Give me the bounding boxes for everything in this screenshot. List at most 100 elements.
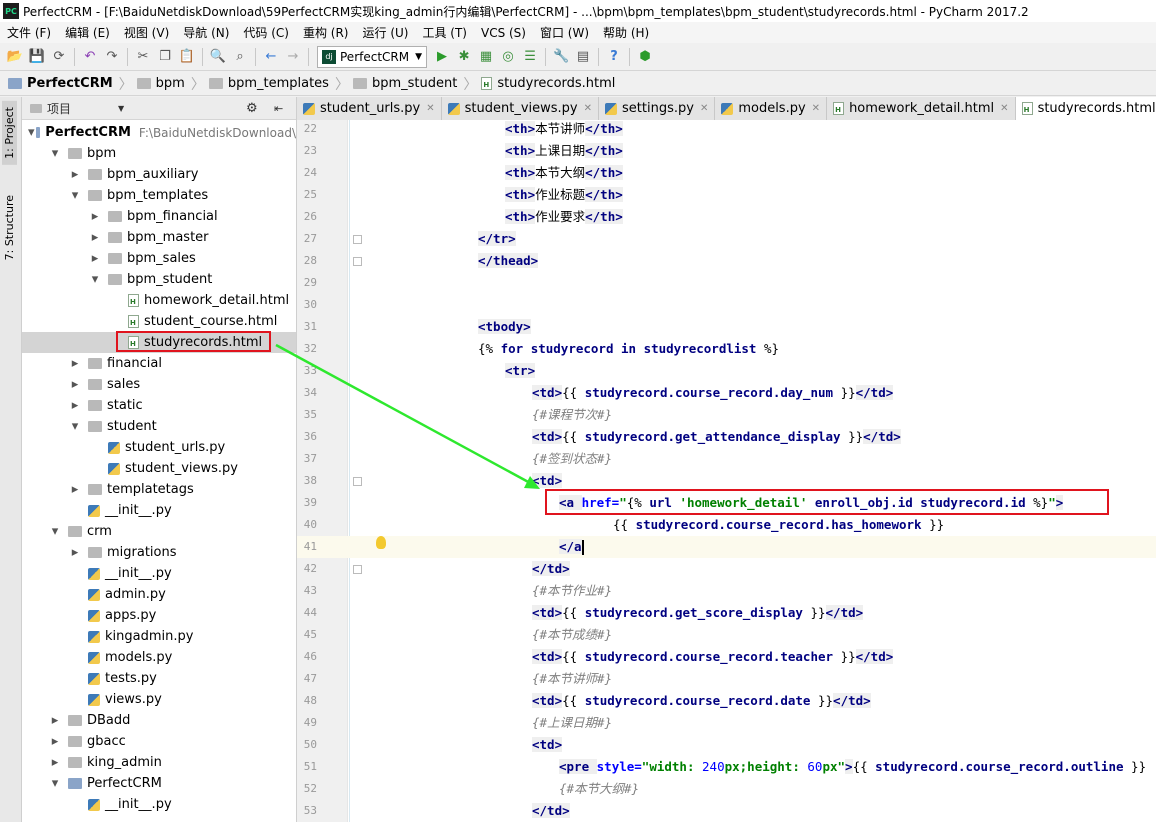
chevron-down-icon[interactable]: ▾ — [48, 146, 62, 161]
paste-icon[interactable]: 📋 — [176, 46, 198, 68]
chevron-down-icon[interactable]: ▾ — [48, 524, 62, 539]
save-all-icon[interactable]: 💾 — [26, 46, 48, 68]
tree-item[interactable]: ▸ templatetags — [22, 479, 296, 500]
close-icon[interactable]: ✕ — [1000, 103, 1008, 114]
tree-item[interactable]: student_views.py — [22, 458, 296, 479]
forward-icon[interactable]: → — [282, 46, 304, 68]
tree-item[interactable]: kingadmin.py — [22, 626, 296, 647]
tree-item[interactable]: student_course.html — [22, 311, 296, 332]
menu-item[interactable]: 窗口 (W) — [533, 24, 596, 41]
breadcrumb-item[interactable]: studyrecords.html — [481, 76, 619, 91]
structure-tool-tab[interactable]: 7: Structure — [2, 189, 17, 266]
tree-item[interactable]: apps.py — [22, 605, 296, 626]
code-editor[interactable]: 22 <th>本节讲师</th> 23 <th>上课日期</th> 24 <th>本节大纲… — [297, 120, 1156, 822]
menu-item[interactable]: 编辑 (E) — [58, 24, 117, 41]
chevron-right-icon[interactable]: ▸ — [48, 713, 62, 728]
breadcrumb-item[interactable]: bpm_templates — [208, 76, 333, 91]
chevron-down-icon[interactable]: ▼ — [118, 104, 124, 113]
chevron-right-icon[interactable]: ▸ — [68, 167, 82, 182]
breadcrumb-item[interactable]: bpm — [136, 76, 189, 91]
editor-tab[interactable]: student_urls.py ✕ — [297, 97, 442, 120]
editor-tab[interactable]: studyrecords.html✕ — [1015, 97, 1156, 120]
replace-icon[interactable]: ⌕ — [229, 46, 251, 68]
hide-panel-icon[interactable]: ⇤ — [274, 102, 283, 115]
tree-item[interactable]: __init__.py — [22, 500, 296, 521]
redo-icon[interactable]: ↷ — [101, 46, 123, 68]
tree-item[interactable]: ▾ PerfectCRM — [22, 773, 296, 794]
copy-icon[interactable]: ❐ — [154, 46, 176, 68]
menu-item[interactable]: VCS (S) — [474, 26, 533, 40]
fold-marker-icon[interactable] — [353, 565, 362, 574]
editor-tab[interactable]: homework_detail.html ✕ — [827, 97, 1016, 120]
tree-item[interactable]: __init__.py — [22, 794, 296, 815]
fold-marker-icon[interactable] — [353, 257, 362, 266]
chevron-down-icon[interactable]: ▾ — [68, 419, 82, 434]
chevron-right-icon[interactable]: ▸ — [68, 398, 82, 413]
editor-tab[interactable]: student_views.py ✕ — [442, 97, 600, 120]
fold-marker-icon[interactable] — [353, 477, 362, 486]
help-icon[interactable]: ? — [603, 46, 625, 68]
chevron-right-icon[interactable]: ▸ — [88, 209, 102, 224]
close-icon[interactable]: ✕ — [700, 103, 708, 114]
close-icon[interactable]: ✕ — [426, 103, 434, 114]
tree-item[interactable]: ▸ king_admin — [22, 752, 296, 773]
tree-item[interactable]: ▾ bpm — [22, 143, 296, 164]
chevron-right-icon[interactable]: ▸ — [68, 377, 82, 392]
chevron-down-icon[interactable]: ▾ — [68, 188, 82, 203]
project-tool-tab[interactable]: 1: Project — [2, 101, 17, 165]
plugin-icon[interactable]: ⬢ — [634, 46, 656, 68]
menu-item[interactable]: 运行 (U) — [356, 24, 416, 41]
undo-icon[interactable]: ↶ — [79, 46, 101, 68]
run-configuration-select[interactable]: dj PerfectCRM ▼ — [317, 45, 428, 68]
chevron-right-icon[interactable]: ▸ — [68, 482, 82, 497]
cut-icon[interactable]: ✂ — [132, 46, 154, 68]
settings-wrench-icon[interactable]: 🔧 — [550, 46, 572, 68]
tree-item[interactable]: ▸ bpm_sales — [22, 248, 296, 269]
tree-item[interactable]: views.py — [22, 689, 296, 710]
chevron-right-icon[interactable]: ▸ — [68, 356, 82, 371]
breadcrumb-item[interactable]: PerfectCRM — [8, 76, 117, 91]
close-icon[interactable]: ✕ — [584, 103, 592, 114]
breadcrumb-item[interactable]: bpm_student — [352, 76, 461, 91]
editor-tab[interactable]: settings.py ✕ — [599, 97, 716, 120]
tree-item[interactable]: ▸ gbacc — [22, 731, 296, 752]
menu-item[interactable]: 导航 (N) — [176, 24, 236, 41]
chevron-right-icon[interactable]: ▸ — [48, 755, 62, 770]
sync-icon[interactable]: ⟳ — [48, 46, 70, 68]
concurrency-icon[interactable]: ☰ — [519, 46, 541, 68]
tree-item[interactable]: ▸ sales — [22, 374, 296, 395]
debug-icon[interactable]: ✱ — [453, 46, 475, 68]
tree-item[interactable]: homework_detail.html — [22, 290, 296, 311]
chevron-down-icon[interactable]: ▾ — [48, 776, 62, 791]
tree-item[interactable]: ▾ student — [22, 416, 296, 437]
chevron-down-icon[interactable]: ▾ — [28, 125, 35, 140]
project-structure-icon[interactable]: ▤ — [572, 46, 594, 68]
chevron-right-icon[interactable]: ▸ — [88, 251, 102, 266]
tree-item[interactable]: models.py — [22, 647, 296, 668]
profile-icon[interactable]: ◎ — [497, 46, 519, 68]
tree-item[interactable]: tests.py — [22, 668, 296, 689]
tree-item[interactable]: ▸ DBadd — [22, 710, 296, 731]
tree-item[interactable]: ▾ bpm_templates — [22, 185, 296, 206]
find-icon[interactable]: 🔍 — [207, 46, 229, 68]
coverage-icon[interactable]: ▦ — [475, 46, 497, 68]
chevron-down-icon[interactable]: ▾ — [88, 272, 102, 287]
menu-item[interactable]: 重构 (R) — [296, 24, 356, 41]
tree-item[interactable]: ▸ static — [22, 395, 296, 416]
tree-item[interactable]: ▸ bpm_auxiliary — [22, 164, 296, 185]
tree-item[interactable]: ▾ PerfectCRM F:\BaiduNetdiskDownload\ — [22, 122, 296, 143]
menu-item[interactable]: 视图 (V) — [117, 24, 176, 41]
tree-item[interactable]: ▸ financial — [22, 353, 296, 374]
run-icon[interactable]: ▶ — [431, 46, 453, 68]
menu-item[interactable]: 文件 (F) — [0, 24, 58, 41]
chevron-right-icon[interactable]: ▸ — [88, 230, 102, 245]
menu-item[interactable]: 代码 (C) — [236, 24, 296, 41]
back-icon[interactable]: ← — [260, 46, 282, 68]
tree-item[interactable]: __init__.py — [22, 563, 296, 584]
tree-item[interactable]: admin.py — [22, 584, 296, 605]
project-view-label[interactable]: 项目 — [47, 100, 71, 117]
fold-marker-icon[interactable] — [353, 235, 362, 244]
close-icon[interactable]: ✕ — [812, 103, 820, 114]
tree-item[interactable]: ▾ crm — [22, 521, 296, 542]
open-folder-icon[interactable]: 📂 — [4, 46, 26, 68]
